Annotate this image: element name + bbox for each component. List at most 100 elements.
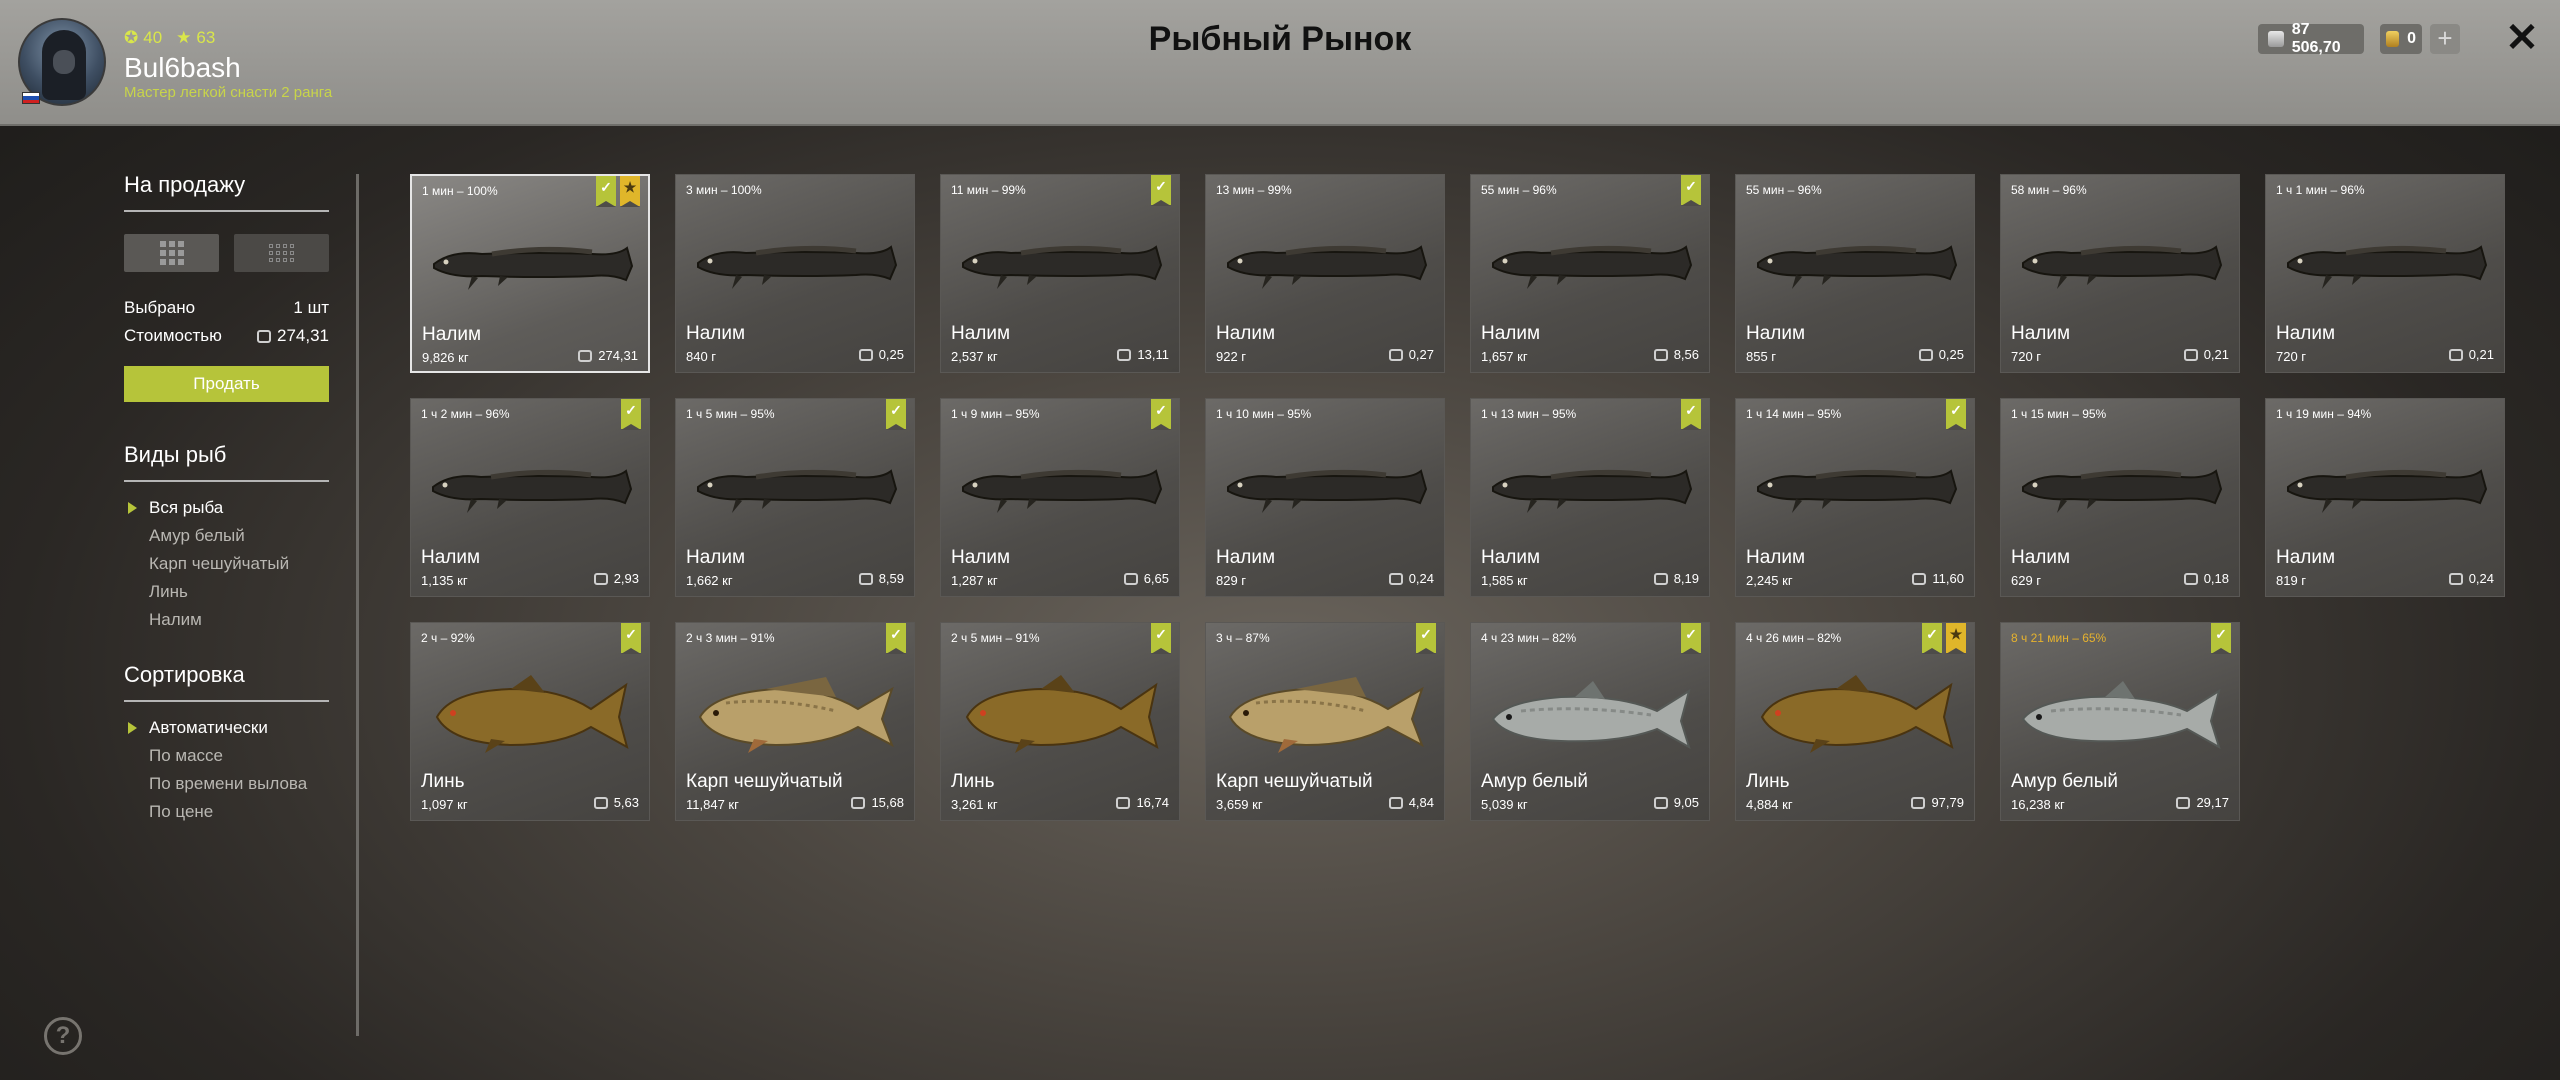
sort-option[interactable]: Автоматически	[124, 714, 329, 742]
silver-coin-icon	[1911, 796, 1926, 809]
card-badges: ✓	[1681, 175, 1701, 206]
fish-price: 4,84	[1388, 795, 1434, 810]
burbot-fish-icon	[1492, 469, 1693, 513]
fish-card[interactable]: 4 ч 26 мин – 82% ✓ ★ Линь 4,884 кг 97,79	[1735, 622, 1975, 821]
fish-card[interactable]: 1 ч 13 мин – 95% ✓ Налим 1,585 кг 8,19	[1470, 398, 1710, 597]
sort-option[interactable]: По цене	[124, 798, 329, 826]
catch-time-freshness: 8 ч 21 мин – 65%	[2011, 631, 2107, 645]
fish-card[interactable]: 1 ч 1 мин – 96% Налим 720 г 0,21	[2265, 174, 2505, 373]
sort-option[interactable]: По времени вылова	[124, 770, 329, 798]
player-rank: Мастер легкой снасти 2 ранга	[124, 84, 333, 101]
burbot-fish-icon	[432, 469, 633, 513]
fish-card[interactable]: 2 ч 5 мин – 91% ✓ Линь 3,261 кг 16,74	[940, 622, 1180, 821]
fish-card[interactable]: 1 ч 10 мин – 95% Налим 829 г 0,24	[1205, 398, 1445, 597]
burbot-fish-icon	[2287, 245, 2488, 289]
fish-card[interactable]: 1 ч 15 мин – 95% Налим 629 г 0,18	[2000, 398, 2240, 597]
russia-flag-icon	[22, 92, 40, 104]
fish-card[interactable]: 1 ч 5 мин – 95% ✓ Налим 1,662 кг 8,59	[675, 398, 915, 597]
close-button[interactable]: ✕	[2502, 18, 2542, 58]
burbot-fish-icon	[2022, 245, 2223, 289]
silver-coin-icon	[1117, 348, 1132, 361]
fish-name: Налим	[1481, 547, 1541, 568]
species-filter-item[interactable]: Налим	[124, 606, 329, 634]
fish-card[interactable]: 55 мин – 96% Налим 855 г 0,25	[1735, 174, 1975, 373]
fish-price-value: 16,74	[1136, 795, 1169, 810]
sell-button[interactable]: Продать	[124, 366, 329, 402]
species-filter-item[interactable]: Карп чешуйчатый	[124, 550, 329, 578]
sort-option[interactable]: По массе	[124, 742, 329, 770]
fish-weight: 829 г	[1216, 573, 1247, 588]
fish-name: Налим	[2011, 323, 2071, 344]
fish-weight: 5,039 кг	[1481, 797, 1528, 812]
fish-weight: 1,135 кг	[421, 573, 468, 588]
silver-coin-icon	[2183, 348, 2198, 361]
check-icon: ✓	[621, 623, 641, 654]
fish-price: 11,60	[1912, 571, 1964, 586]
species-filter-item[interactable]: Амур белый	[124, 522, 329, 550]
fish-card[interactable]: 4 ч 23 мин – 82% ✓ Амур белый 5,039 кг 9,05	[1470, 622, 1710, 821]
catch-time-freshness: 55 мин – 96%	[1746, 183, 1822, 197]
fish-name: Налим	[2011, 547, 2071, 568]
fish-card[interactable]: 1 ч 2 мин – 96% ✓ Налим 1,135 кг 2,93	[410, 398, 650, 597]
silver-coin-icon	[2176, 796, 2191, 809]
fish-price-value: 29,17	[2196, 795, 2229, 810]
fish-name: Линь	[1746, 771, 1790, 792]
fish-card[interactable]: 1 ч 19 мин – 94% Налим 819 г 0,24	[2265, 398, 2505, 597]
silver-coin-icon	[2448, 348, 2463, 361]
gold-balance: 0	[2380, 24, 2422, 54]
burbot-fish-icon	[962, 469, 1163, 513]
carp-fish-icon	[698, 677, 894, 753]
check-icon: ✓	[1946, 399, 1966, 430]
card-badges: ✓	[1681, 623, 1701, 654]
silver-coin-icon	[1653, 348, 1668, 361]
fish-card[interactable]: 1 мин – 100% ✓ ★ Налим 9,826 кг 274,31	[410, 174, 650, 373]
fish-name: Карп чешуйчатый	[1216, 771, 1373, 792]
fish-name: Налим	[1481, 323, 1541, 344]
large-grid-icon	[159, 241, 184, 265]
silver-coin-icon	[1653, 572, 1668, 585]
fish-card[interactable]: 1 ч 14 мин – 95% ✓ Налим 2,245 кг 11,60	[1735, 398, 1975, 597]
fish-card[interactable]: 1 ч 9 мин – 95% ✓ Налим 1,287 кг 6,65	[940, 398, 1180, 597]
fish-card[interactable]: 8 ч 21 мин – 65% ✓ Амур белый 16,238 кг 29,1…	[2000, 622, 2240, 821]
fish-name: Налим	[1746, 323, 1806, 344]
fish-price-value: 8,19	[1673, 571, 1699, 586]
check-icon: ✓	[886, 623, 906, 654]
selected-label: Выбрано	[124, 298, 196, 317]
fish-weight: 16,238 кг	[2011, 797, 2065, 812]
large-grid-view-button[interactable]	[124, 234, 219, 272]
species-filter-item[interactable]: Линь	[124, 578, 329, 606]
fish-price: 29,17	[2176, 795, 2229, 810]
grass-carp-fish-icon	[2021, 681, 2221, 750]
fish-card[interactable]: 58 мин – 96% Налим 720 г 0,21	[2000, 174, 2240, 373]
fish-card[interactable]: 2 ч 3 мин – 91% ✓ Карп чешуйчатый 11,847 кг…	[675, 622, 915, 821]
silver-coin-icon	[1653, 796, 1668, 809]
species-filter-item[interactable]: Вся рыба	[124, 494, 329, 522]
silver-coin-icon	[1912, 572, 1927, 585]
fish-weight: 9,826 кг	[422, 350, 469, 365]
silver-coin-icon	[2448, 572, 2463, 585]
fish-card[interactable]: 3 ч – 87% ✓ Карп чешуйчатый 3,659 кг 4,84	[1205, 622, 1445, 821]
fish-price-value: 274,31	[598, 348, 638, 363]
silver-coin-icon	[1918, 348, 1933, 361]
fish-weight: 720 г	[2011, 349, 2042, 364]
silver-coin-icon	[851, 796, 866, 809]
help-button[interactable]: ?	[44, 1017, 82, 1055]
silver-coin-icon	[257, 329, 271, 343]
fish-price: 2,93	[593, 571, 639, 586]
fish-card[interactable]: 3 мин – 100% Налим 840 г 0,25	[675, 174, 915, 373]
fish-card[interactable]: 13 мин – 99% Налим 922 г 0,27	[1205, 174, 1445, 373]
catch-time-freshness: 2 ч 3 мин – 91%	[686, 631, 775, 645]
page-title: Рыбный Рынок	[1148, 20, 1412, 58]
fish-card[interactable]: 2 ч – 92% ✓ Линь 1,097 кг 5,63	[410, 622, 650, 821]
fish-price: 0,21	[2448, 347, 2494, 362]
fish-card[interactable]: 11 мин – 99% ✓ Налим 2,537 кг 13,11	[940, 174, 1180, 373]
cost-label: Стоимостью	[124, 326, 222, 345]
check-icon: ✓	[621, 399, 641, 430]
small-grid-view-button[interactable]	[234, 234, 329, 272]
fish-card[interactable]: 55 мин – 96% ✓ Налим 1,657 кг 8,56	[1470, 174, 1710, 373]
burbot-fish-icon	[697, 245, 898, 289]
burbot-fish-icon	[1227, 245, 1428, 289]
fish-price: 0,25	[858, 347, 904, 362]
silver-coin-icon	[1388, 572, 1403, 585]
add-gold-button[interactable]: +	[2430, 24, 2460, 54]
